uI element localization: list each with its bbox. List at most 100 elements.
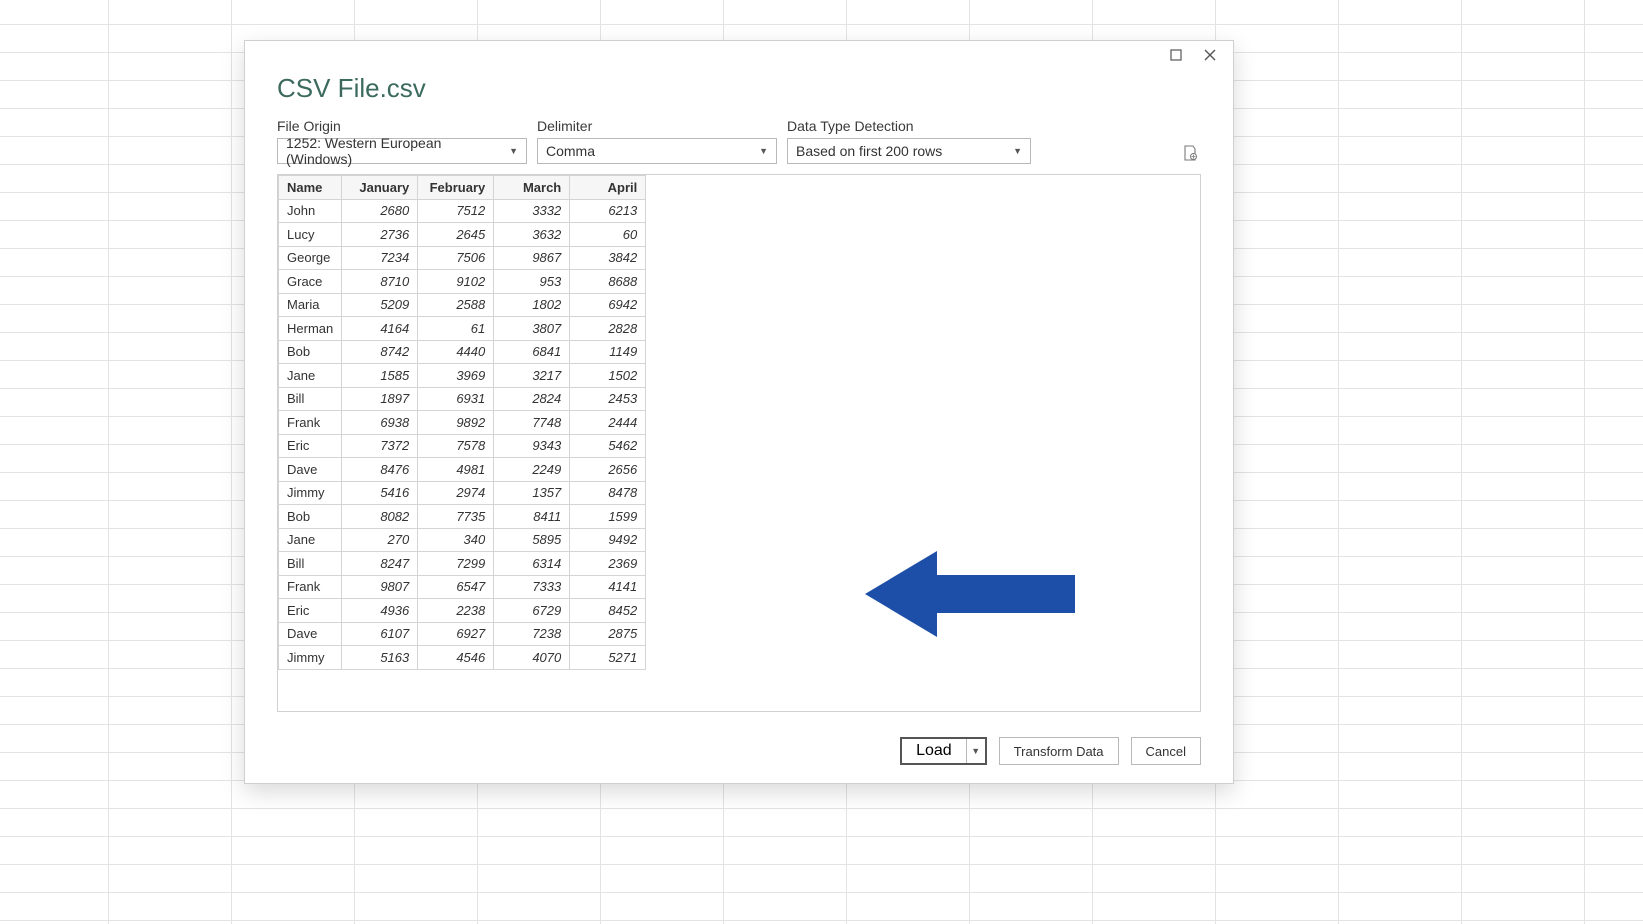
- detection-label: Data Type Detection: [787, 118, 1031, 134]
- cell-value: 8476: [342, 458, 418, 482]
- dialog-footer: Load ▼ Transform Data Cancel: [245, 737, 1233, 783]
- cell-value: 8742: [342, 340, 418, 364]
- cell-value: 2645: [418, 223, 494, 247]
- table-row: Grace871091029538688: [279, 270, 646, 294]
- table-row: Lucy27362645363260: [279, 223, 646, 247]
- cell-value: 7735: [418, 505, 494, 529]
- table-row: Frank9807654773334141: [279, 575, 646, 599]
- table-row: Jane27034058959492: [279, 528, 646, 552]
- cell-value: 8688: [570, 270, 646, 294]
- cell-name: George: [279, 246, 342, 270]
- table-row: Eric4936223867298452: [279, 599, 646, 623]
- table-row: Dave6107692772382875: [279, 622, 646, 646]
- table-row: Herman41646138072828: [279, 317, 646, 341]
- csv-import-dialog: CSV File.csv File Origin 1252: Western E…: [244, 40, 1234, 784]
- dialog-title: CSV File.csv: [277, 73, 1201, 104]
- cell-name: Bob: [279, 340, 342, 364]
- cell-value: 4546: [418, 646, 494, 670]
- cell-name: Bob: [279, 505, 342, 529]
- chevron-down-icon: ▼: [509, 146, 518, 156]
- table-row: Maria5209258818026942: [279, 293, 646, 317]
- cell-value: 7512: [418, 199, 494, 223]
- data-type-detection-select[interactable]: Based on first 200 rows ▼: [787, 138, 1031, 164]
- cell-value: 2238: [418, 599, 494, 623]
- cell-value: 2824: [494, 387, 570, 411]
- cell-value: 7372: [342, 434, 418, 458]
- cell-value: 4440: [418, 340, 494, 364]
- cell-value: 2444: [570, 411, 646, 435]
- cell-value: 3632: [494, 223, 570, 247]
- delimiter-label: Delimiter: [537, 118, 777, 134]
- delimiter-select[interactable]: Comma ▼: [537, 138, 777, 164]
- column-header: Name: [279, 176, 342, 200]
- table-row: Jimmy5416297413578478: [279, 481, 646, 505]
- cell-name: Herman: [279, 317, 342, 341]
- cell-value: 60: [570, 223, 646, 247]
- detection-value: Based on first 200 rows: [796, 143, 942, 159]
- cell-value: 2453: [570, 387, 646, 411]
- table-row: Bill8247729963142369: [279, 552, 646, 576]
- cell-name: Bill: [279, 387, 342, 411]
- cell-value: 2369: [570, 552, 646, 576]
- cell-value: 7299: [418, 552, 494, 576]
- cell-value: 1357: [494, 481, 570, 505]
- cell-value: 6107: [342, 622, 418, 646]
- cell-name: Eric: [279, 599, 342, 623]
- import-options-row: File Origin 1252: Western European (Wind…: [277, 118, 1201, 164]
- cell-value: 4981: [418, 458, 494, 482]
- cell-value: 6547: [418, 575, 494, 599]
- table-row: Frank6938989277482444: [279, 411, 646, 435]
- cell-value: 1802: [494, 293, 570, 317]
- preview-table: NameJanuaryFebruaryMarchAprilJohn2680751…: [278, 175, 646, 670]
- cell-value: 2588: [418, 293, 494, 317]
- cell-value: 7578: [418, 434, 494, 458]
- cell-value: 8478: [570, 481, 646, 505]
- cell-value: 953: [494, 270, 570, 294]
- cell-value: 2249: [494, 458, 570, 482]
- cell-value: 3332: [494, 199, 570, 223]
- table-row: Jane1585396932171502: [279, 364, 646, 388]
- file-origin-select[interactable]: 1252: Western European (Windows) ▼: [277, 138, 527, 164]
- cell-value: 8247: [342, 552, 418, 576]
- cell-name: Jimmy: [279, 481, 342, 505]
- cell-value: 4936: [342, 599, 418, 623]
- column-header: February: [418, 176, 494, 200]
- table-row: Bob8082773584111599: [279, 505, 646, 529]
- cell-value: 6729: [494, 599, 570, 623]
- cell-value: 7748: [494, 411, 570, 435]
- cell-name: Grace: [279, 270, 342, 294]
- cell-value: 8710: [342, 270, 418, 294]
- load-dropdown-button[interactable]: ▼: [967, 739, 985, 763]
- cell-value: 8411: [494, 505, 570, 529]
- cell-name: Maria: [279, 293, 342, 317]
- cell-value: 7234: [342, 246, 418, 270]
- cell-value: 5209: [342, 293, 418, 317]
- column-header: April: [570, 176, 646, 200]
- cell-name: Eric: [279, 434, 342, 458]
- cell-value: 1897: [342, 387, 418, 411]
- maximize-button[interactable]: [1159, 43, 1193, 67]
- transform-data-button[interactable]: Transform Data: [999, 737, 1119, 765]
- cell-value: 6938: [342, 411, 418, 435]
- cell-value: 6931: [418, 387, 494, 411]
- cell-value: 5895: [494, 528, 570, 552]
- cell-name: Jane: [279, 364, 342, 388]
- cell-name: Frank: [279, 575, 342, 599]
- cell-value: 5163: [342, 646, 418, 670]
- cell-value: 7238: [494, 622, 570, 646]
- load-button[interactable]: Load: [902, 739, 967, 763]
- schema-settings-icon[interactable]: [1181, 144, 1201, 164]
- cell-value: 5271: [570, 646, 646, 670]
- cell-value: 8082: [342, 505, 418, 529]
- cell-value: 9807: [342, 575, 418, 599]
- cell-value: 1599: [570, 505, 646, 529]
- cell-value: 1585: [342, 364, 418, 388]
- cell-value: 5462: [570, 434, 646, 458]
- close-button[interactable]: [1193, 43, 1227, 67]
- cell-value: 5416: [342, 481, 418, 505]
- cell-value: 7506: [418, 246, 494, 270]
- cell-value: 6841: [494, 340, 570, 364]
- cancel-button[interactable]: Cancel: [1131, 737, 1201, 765]
- table-row: John2680751233326213: [279, 199, 646, 223]
- chevron-down-icon: ▼: [1013, 146, 1022, 156]
